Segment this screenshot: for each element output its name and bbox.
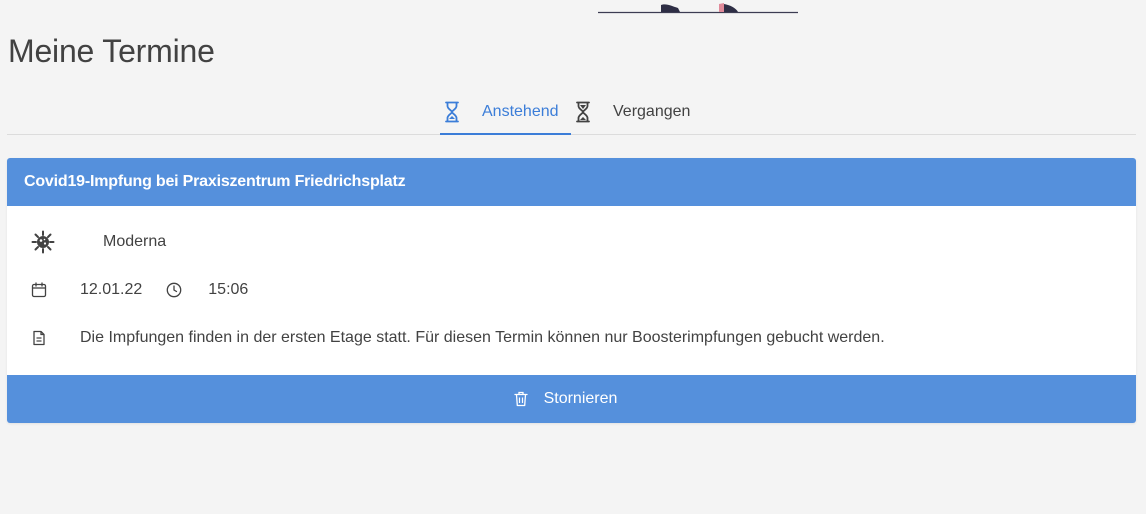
hero-illustration	[598, 3, 798, 14]
appointment-details: Moderna 12.01.22 15:06 Die Impfungen fin…	[7, 206, 1136, 375]
page-title: Meine Termine	[8, 33, 215, 69]
note-row: Die Impfungen finden in der ersten Etage…	[31, 326, 885, 350]
cancel-button[interactable]: Stornieren	[7, 375, 1136, 423]
date-time-row: 12.01.22 15:06	[31, 278, 248, 302]
trash-icon	[513, 391, 528, 407]
appointment-tabs: Anstehend Vergangen	[7, 90, 1136, 135]
tab-upcoming[interactable]: Anstehend	[440, 90, 571, 135]
tab-past-label: Vergangen	[613, 103, 691, 120]
tab-upcoming-label: Anstehend	[482, 102, 559, 120]
calendar-icon	[31, 282, 47, 298]
appointment-card: Covid19-Impfung bei Praxiszentrum Friedr…	[7, 158, 1136, 423]
vaccine-row: Moderna	[31, 230, 166, 254]
appointment-date: 12.01.22	[80, 281, 143, 298]
appointment-title: Covid19-Impfung bei Praxiszentrum Friedr…	[7, 158, 1136, 206]
appointment-note: Die Impfungen finden in der ersten Etage…	[80, 329, 885, 346]
vaccine-name: Moderna	[103, 233, 167, 250]
tab-past[interactable]: Vergangen	[575, 90, 690, 134]
appointment-time: 15:06	[208, 281, 249, 298]
clock-icon	[166, 282, 182, 298]
document-icon	[31, 330, 47, 346]
hourglass-icon	[575, 101, 591, 123]
hourglass-icon	[444, 101, 460, 123]
cancel-button-label: Stornieren	[543, 390, 618, 407]
virus-icon	[31, 230, 55, 254]
